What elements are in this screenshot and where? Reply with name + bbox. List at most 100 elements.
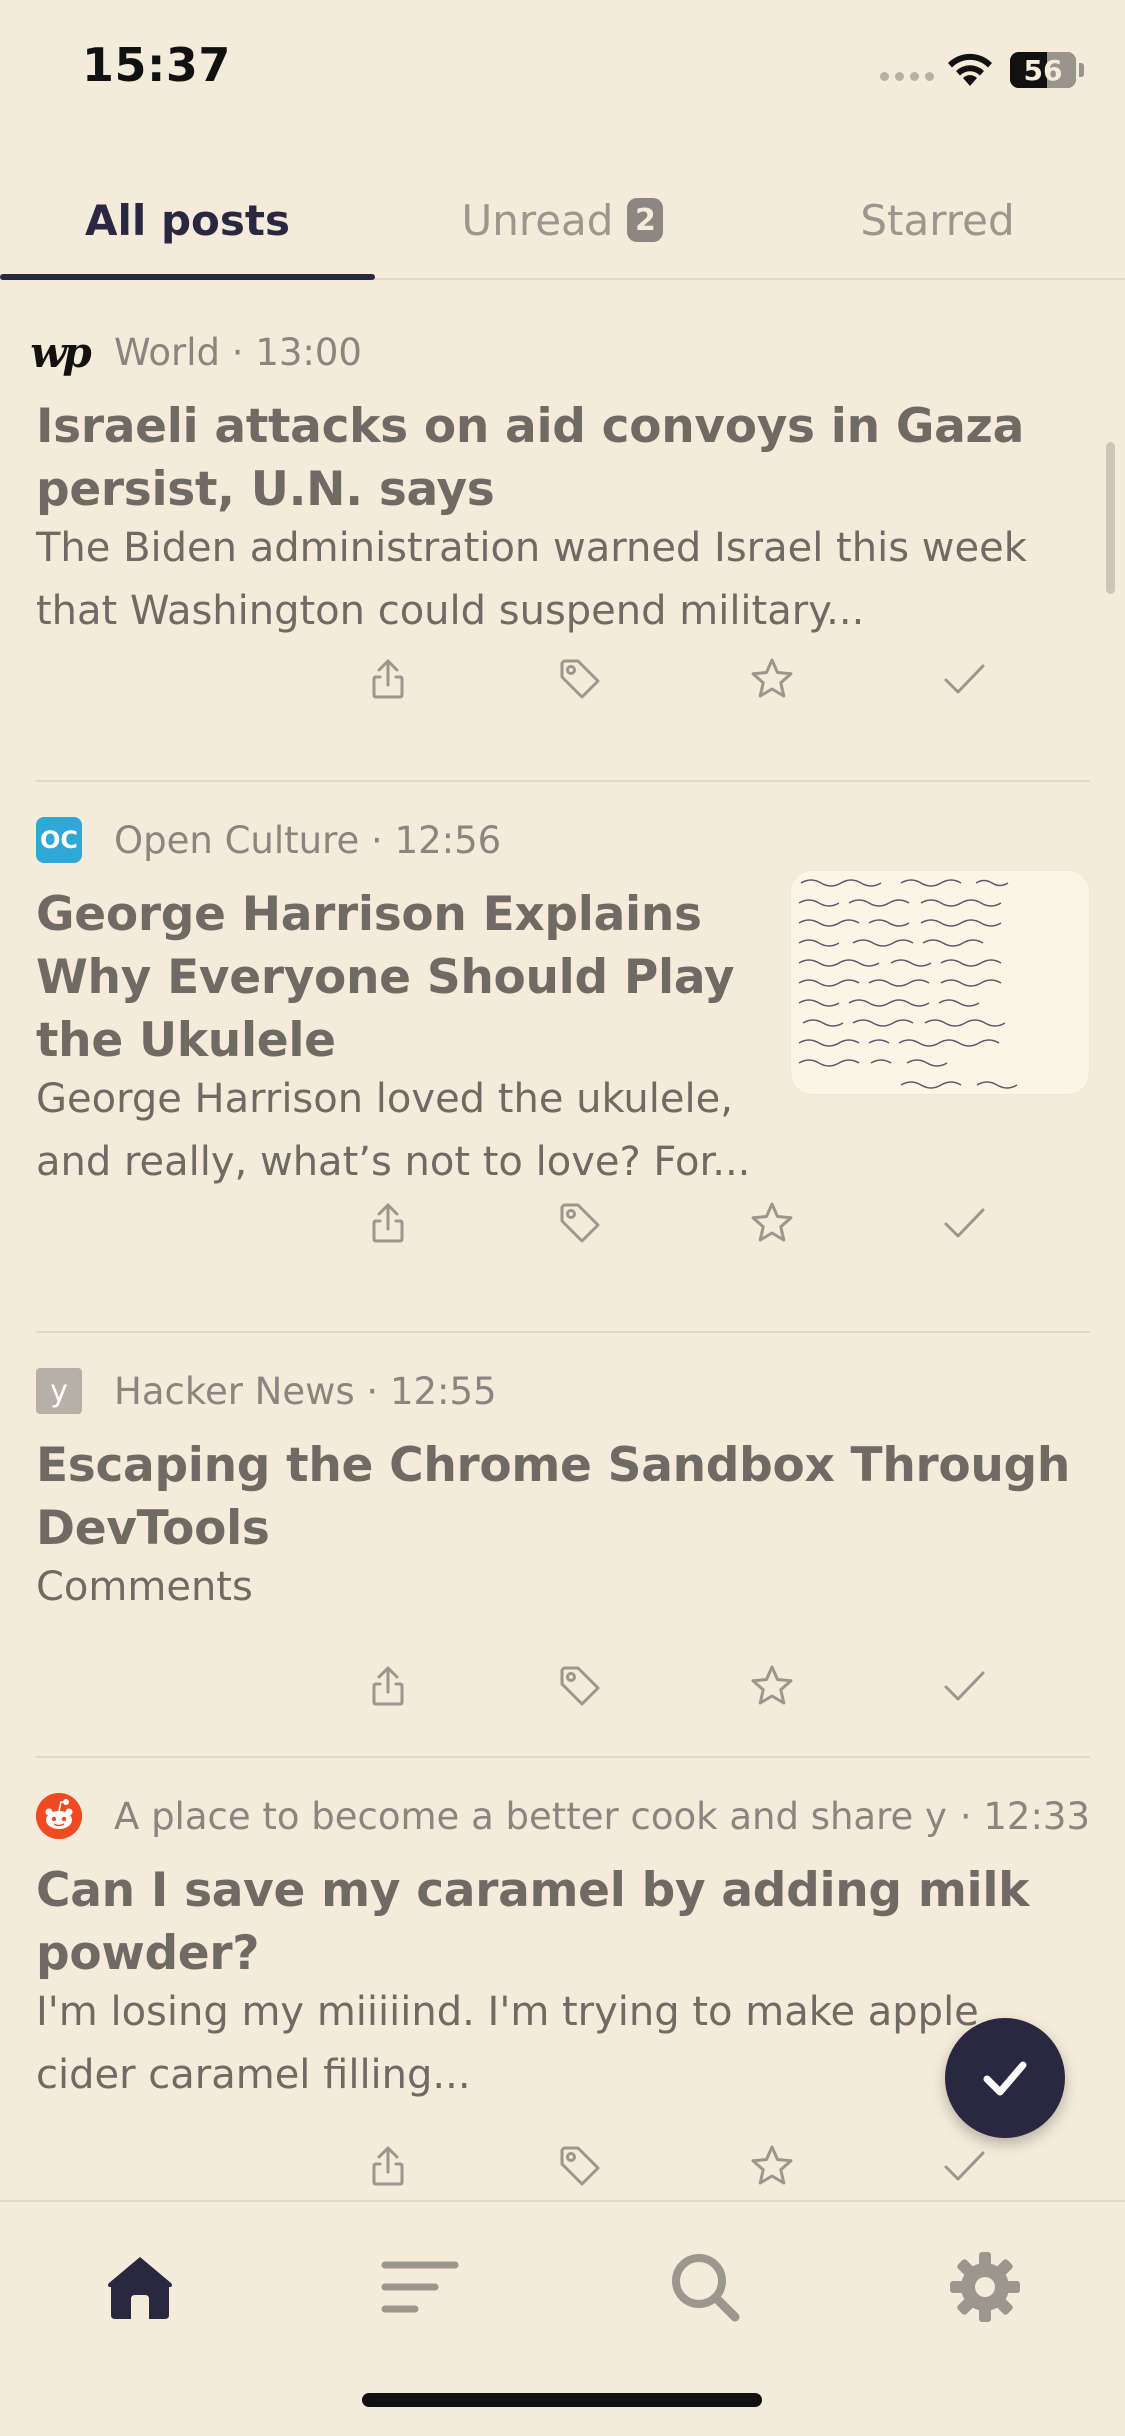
star-icon xyxy=(751,1202,793,1242)
post-title[interactable]: Can I save my caramel by adding milk pow… xyxy=(36,1859,1090,1985)
mark-read-check-button[interactable] xyxy=(934,1656,994,1716)
home-indicator xyxy=(362,2393,762,2407)
feed-scrollbar[interactable] xyxy=(1106,442,1115,594)
star-icon xyxy=(751,2145,793,2185)
post-source: Open Culture xyxy=(114,818,360,862)
search-icon xyxy=(672,2254,740,2322)
tag-button[interactable] xyxy=(550,1193,610,1253)
post-item[interactable]: y Hacker News · 12:55 Escaping the Chrom… xyxy=(36,1366,1090,1736)
tag-button[interactable] xyxy=(550,2136,610,2196)
mark-read-check-button[interactable] xyxy=(934,1193,994,1253)
tag-icon xyxy=(560,1666,600,1706)
tag-icon xyxy=(560,659,600,699)
post-time-separator: · xyxy=(948,1794,984,1838)
tab-all-posts-label: All posts xyxy=(85,195,290,245)
post-source: Hacker News xyxy=(114,1369,355,1413)
share-icon xyxy=(372,1666,404,1706)
nav-feeds-button[interactable] xyxy=(375,2242,465,2332)
tab-starred-label: Starred xyxy=(860,195,1015,245)
post-title[interactable]: Escaping the Chrome Sandbox Through DevT… xyxy=(36,1434,1090,1560)
reddit-logo-icon xyxy=(36,1793,82,1839)
post-time: 12:55 xyxy=(389,1369,497,1413)
star-button[interactable] xyxy=(742,1656,802,1716)
tag-button[interactable] xyxy=(550,1656,610,1716)
post-excerpt: George Harrison loved the ukulele, and r… xyxy=(36,1076,751,1185)
post-excerpt: The Biden administration warned Israel t… xyxy=(36,525,1027,634)
handwritten-note-image xyxy=(798,879,1018,1089)
settings-gear-icon xyxy=(950,2252,1020,2322)
star-icon xyxy=(751,1665,793,1705)
washington-post-logo-icon: wp xyxy=(30,327,92,377)
share-button[interactable] xyxy=(358,1656,418,1716)
post-time: 12:33 xyxy=(983,1794,1090,1838)
wifi-icon xyxy=(948,53,992,86)
post-item[interactable]: wp World · 13:00 Israeli attacks on aid … xyxy=(30,327,1090,767)
tab-all-posts[interactable]: All posts xyxy=(0,160,375,280)
mark-read-check-icon xyxy=(944,2151,985,2181)
post-list[interactable]: wp World · 13:00 Israeli attacks on aid … xyxy=(0,282,1125,2200)
post-time: 12:56 xyxy=(394,818,502,862)
star-button[interactable] xyxy=(742,1193,802,1253)
post-actions xyxy=(36,649,1090,709)
post-source-row: A place to become a better cook and shar… xyxy=(36,1791,1090,1841)
battery-level: 56 xyxy=(1023,53,1063,87)
nav-search-button[interactable] xyxy=(660,2242,750,2332)
share-icon xyxy=(372,2146,404,2186)
post-item[interactable]: A place to become a better cook and shar… xyxy=(36,1791,1090,2200)
post-excerpt[interactable]: Comments xyxy=(36,1556,1090,1619)
mark-read-check-icon xyxy=(944,1208,985,1238)
mark-read-check-icon xyxy=(944,664,985,694)
nav-settings-button[interactable] xyxy=(940,2242,1030,2332)
post-source: World xyxy=(114,330,221,374)
post-source-row: wp World · 13:00 xyxy=(30,327,362,377)
share-button[interactable] xyxy=(358,1193,418,1253)
post-source-row: OC Open Culture · 12:56 xyxy=(36,815,501,865)
tag-button[interactable] xyxy=(550,649,610,709)
post-actions xyxy=(36,1193,1090,1253)
post-title[interactable]: Israeli attacks on aid convoys in Gaza p… xyxy=(36,395,1090,521)
post-time: 13:00 xyxy=(255,330,362,374)
share-icon xyxy=(372,659,404,699)
mark-read-check-icon xyxy=(944,1671,985,1701)
open-culture-logo-icon: OC xyxy=(36,817,82,863)
star-icon xyxy=(751,658,793,698)
selected-tab-indicator xyxy=(0,274,375,280)
post-item[interactable]: OC Open Culture · 12:56 George Harrison … xyxy=(36,815,1090,1315)
star-button[interactable] xyxy=(742,649,802,709)
mark-read-check-button[interactable] xyxy=(934,649,994,709)
nav-home-button[interactable] xyxy=(95,2242,185,2332)
battery-icon: 56 xyxy=(1010,52,1076,88)
checkmark-icon xyxy=(983,2061,1027,2096)
post-thumbnail-image[interactable] xyxy=(790,870,1090,1095)
home-icon xyxy=(108,2257,172,2319)
post-excerpt: I'm losing my miiiiind. I'm trying to ma… xyxy=(36,1989,979,2098)
share-icon xyxy=(372,1203,404,1243)
tab-starred[interactable]: Starred xyxy=(750,160,1125,280)
mark-read-check-button[interactable] xyxy=(934,2136,994,2196)
post-divider xyxy=(36,780,1090,782)
post-time-separator: · xyxy=(354,1369,390,1413)
post-source-row: y Hacker News · 12:55 xyxy=(36,1366,497,1416)
star-button[interactable] xyxy=(742,2136,802,2196)
post-actions xyxy=(36,2136,1090,2196)
post-actions xyxy=(36,1656,1090,1716)
feeds-list-icon xyxy=(381,2261,459,2313)
tag-icon xyxy=(560,2146,600,2186)
post-divider xyxy=(36,1331,1090,1333)
post-source: A place to become a better cook and shar… xyxy=(114,1794,949,1838)
unread-count-badge: 2 xyxy=(627,198,664,242)
status-time: 15:37 xyxy=(82,38,231,92)
tab-unread[interactable]: Unread 2 xyxy=(375,160,750,280)
share-button[interactable] xyxy=(358,2136,418,2196)
post-time-separator: · xyxy=(220,330,256,374)
status-bar: 15:37 56 xyxy=(0,0,1125,140)
share-button[interactable] xyxy=(358,649,418,709)
tab-unread-label: Unread xyxy=(461,195,614,245)
post-title[interactable]: George Harrison Explains Why Everyone Sh… xyxy=(36,883,766,1072)
mark-all-read-button[interactable] xyxy=(945,2018,1065,2138)
hacker-news-logo-icon: y xyxy=(36,1368,82,1414)
filter-tabs: All posts Unread 2 Starred xyxy=(0,160,1125,280)
cellular-signal-icon xyxy=(880,72,934,81)
battery-cap xyxy=(1079,63,1084,77)
tag-icon xyxy=(560,1203,600,1243)
